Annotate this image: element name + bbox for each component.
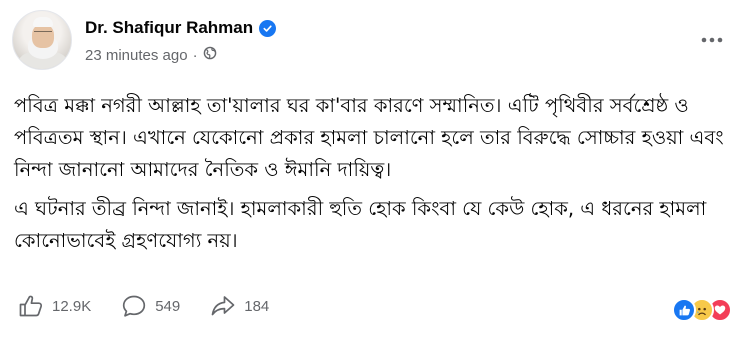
author-meta: Dr. Shafiqur Rahman 23 minutes ago · — [85, 18, 277, 64]
share-button[interactable]: 184 — [210, 294, 269, 318]
post-body: পবিত্র মক্কা নগরী আল্লাহ তা'য়ালার ঘর কা… — [14, 90, 736, 257]
post-paragraph-1: পবিত্র মক্কা নগরী আল্লাহ তা'য়ালার ঘর কা… — [14, 94, 724, 181]
post-paragraph-2: এ ঘটনার তীব্র নিন্দা জানাই। হামলাকারী হু… — [14, 197, 707, 252]
author-name[interactable]: Dr. Shafiqur Rahman — [85, 18, 253, 38]
globe-icon[interactable] — [203, 46, 217, 64]
post-time-row: 23 minutes ago · — [85, 46, 276, 64]
comment-icon — [121, 294, 147, 318]
like-count: 12.9K — [52, 297, 92, 315]
avatar-face — [32, 24, 54, 48]
share-icon — [210, 294, 236, 318]
separator-dot: · — [192, 46, 198, 64]
avatar-cap — [33, 17, 53, 27]
share-count: 184 — [244, 297, 270, 315]
avatar-glasses — [34, 31, 52, 35]
post-timestamp[interactable]: 23 minutes ago — [85, 47, 188, 64]
engagement-bar: 12.9K 549 184 — [18, 294, 299, 318]
author-name-row: Dr. Shafiqur Rahman — [85, 18, 277, 38]
more-options-icon[interactable] — [700, 30, 724, 50]
like-button[interactable]: 12.9K — [18, 294, 91, 318]
reaction-summary[interactable] — [672, 298, 732, 322]
like-reaction-icon — [672, 298, 696, 322]
facebook-post: Dr. Shafiqur Rahman 23 minutes ago · পবি… — [0, 0, 750, 343]
thumbs-up-icon — [18, 294, 44, 318]
verified-badge-icon — [259, 19, 277, 37]
comment-button[interactable]: 549 — [121, 294, 180, 318]
comment-count: 549 — [155, 297, 181, 315]
avatar[interactable] — [12, 10, 72, 70]
post-header: Dr. Shafiqur Rahman 23 minutes ago · — [12, 10, 277, 70]
